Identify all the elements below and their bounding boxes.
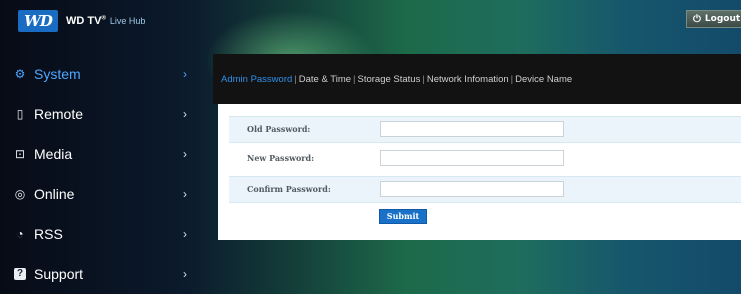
- product-name-text: WD TV: [66, 15, 102, 27]
- sidebar-item-online[interactable]: ◎ Online ›: [0, 174, 210, 214]
- sidebar-item-label: Support: [34, 266, 84, 282]
- confirm-password-label: Confirm Password:: [247, 184, 331, 194]
- new-password-field[interactable]: [380, 150, 564, 166]
- chevron-right-icon: ›: [183, 107, 187, 121]
- old-password-field[interactable]: [380, 121, 564, 137]
- sidebar-item-label: System: [34, 66, 81, 82]
- confirm-password-field[interactable]: [380, 181, 564, 197]
- tab-list: Admin Password | Date & Time | Storage Statu…: [221, 74, 572, 85]
- admin-password-panel: Old Password: New Password: Confirm Pass…: [218, 104, 741, 240]
- wd-logo: WD WD TV® Live Hub: [18, 10, 145, 32]
- power-icon: ⏻: [693, 13, 701, 25]
- tab-date-time[interactable]: Date & Time: [299, 74, 351, 85]
- sidebar-item-rss[interactable]: ◔ RSS ›: [0, 214, 210, 254]
- sidebar-item-support[interactable]: ? Support ›: [0, 254, 210, 294]
- trademark: ®: [101, 15, 106, 22]
- sidebar-item-label: Media: [34, 146, 73, 162]
- chevron-right-icon: ›: [183, 67, 187, 81]
- tab-separator: |: [510, 73, 514, 85]
- confirm-password-row: Confirm Password:: [229, 176, 741, 203]
- online-icon: ◎: [14, 187, 26, 201]
- sidebar-item-label: Online: [34, 186, 75, 202]
- sidebar-item-media[interactable]: ⊡ Media ›: [0, 134, 210, 174]
- chevron-right-icon: ›: [183, 187, 187, 201]
- product-subtitle: Live Hub: [109, 16, 146, 26]
- sidebar-item-label: RSS: [34, 226, 63, 242]
- tab-network-information[interactable]: Network Infomation: [427, 74, 509, 85]
- old-password-row: Old Password:: [229, 116, 741, 143]
- tab-device-name[interactable]: Device Name: [515, 74, 572, 85]
- gear-icon: ⚙: [14, 67, 26, 81]
- logout-label: Logout: [704, 14, 741, 24]
- submit-button[interactable]: Submit: [379, 209, 427, 224]
- chevron-right-icon: ›: [183, 227, 187, 241]
- help-icon: ?: [14, 268, 26, 280]
- chevron-right-icon: ›: [183, 267, 187, 281]
- media-icon: ⊡: [14, 147, 26, 161]
- logout-button[interactable]: ⏻ Logout: [686, 10, 741, 28]
- top-bar: WD WD TV® Live Hub ⏻ Logout: [0, 0, 741, 40]
- wd-logo-badge: WD: [18, 10, 58, 32]
- tab-separator: |: [422, 73, 425, 85]
- tab-storage-status[interactable]: Storage Status: [358, 74, 421, 85]
- sidebar-item-system[interactable]: ⚙ System ›: [0, 54, 210, 94]
- remote-icon: ▯: [16, 107, 24, 121]
- tab-separator: |: [294, 73, 297, 85]
- old-password-label: Old Password:: [247, 124, 311, 134]
- new-password-label: New Password:: [247, 153, 315, 163]
- sidebar-item-remote[interactable]: ▯ Remote ›: [0, 94, 210, 134]
- product-name: WD TV®: [66, 15, 106, 27]
- chevron-right-icon: ›: [183, 147, 187, 161]
- tab-admin-password[interactable]: Admin Password: [221, 74, 292, 85]
- new-password-row: New Password:: [229, 146, 741, 171]
- sidebar-item-label: Remote: [34, 106, 84, 122]
- tab-bar: Admin Password | Date & Time | Storage Statu…: [213, 54, 741, 104]
- tab-separator: |: [353, 73, 356, 85]
- sidebar: ⚙ System › ▯ Remote › ⊡ Media › ◎ Online…: [0, 54, 210, 294]
- rss-icon: ◔: [16, 227, 24, 241]
